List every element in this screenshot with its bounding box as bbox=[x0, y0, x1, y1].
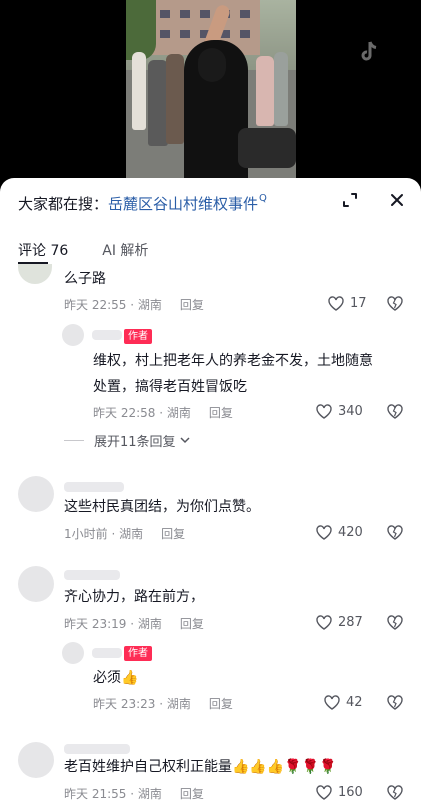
chevron-down-icon bbox=[180, 437, 190, 444]
comment-text: 处置，搞得老百姓冒饭吃 bbox=[93, 379, 247, 395]
comment-text: 齐心协力，路在前方， bbox=[64, 589, 204, 605]
avatar[interactable] bbox=[18, 476, 54, 512]
divider-line bbox=[64, 440, 84, 441]
reply-button[interactable]: 回复 bbox=[209, 695, 233, 712]
author-badge: 作者 bbox=[124, 329, 152, 344]
comment-text: 老百姓维护自己权利正能量👍👍👍🌹🌹🌹 bbox=[64, 759, 337, 775]
sheet-tabs: 评论 76 AI 解析 bbox=[18, 240, 148, 264]
comment-time: 昨天 23:19 · 湖南 bbox=[64, 617, 162, 631]
comment-meta: 昨天 22:58 · 湖南 回复 bbox=[93, 404, 233, 421]
comment-time: 昨天 22:58 · 湖南 bbox=[93, 406, 191, 420]
avatar[interactable] bbox=[62, 324, 84, 346]
heart-icon bbox=[316, 525, 332, 540]
like-count: 420 bbox=[338, 525, 363, 540]
reply-button[interactable]: 回复 bbox=[180, 615, 204, 632]
comment-text: 必须👍 bbox=[93, 670, 139, 686]
reply-button[interactable]: 回复 bbox=[180, 296, 204, 313]
close-icon[interactable] bbox=[384, 187, 410, 213]
like-count: 17 bbox=[350, 296, 367, 311]
like-count: 340 bbox=[338, 404, 363, 419]
username-blurred bbox=[92, 648, 122, 658]
username-blurred bbox=[64, 570, 120, 580]
username-blurred bbox=[92, 330, 122, 340]
broken-heart-icon[interactable] bbox=[387, 695, 403, 714]
comment-meta: 昨天 23:19 · 湖南 回复 bbox=[64, 615, 204, 632]
like-count: 287 bbox=[338, 615, 363, 630]
broken-heart-icon[interactable] bbox=[387, 296, 403, 315]
like-button[interactable]: 420 bbox=[316, 525, 363, 540]
broken-heart-icon[interactable] bbox=[387, 785, 403, 800]
heart-icon bbox=[316, 404, 332, 419]
search-suggestion[interactable]: 大家都在搜： 岳麓区谷山村维权事件 Q bbox=[18, 192, 267, 214]
like-button[interactable]: 42 bbox=[324, 695, 363, 710]
broken-heart-icon[interactable] bbox=[387, 615, 403, 634]
expand-icon[interactable] bbox=[337, 187, 363, 213]
search-mark: Q bbox=[259, 192, 267, 204]
reply-button[interactable]: 回复 bbox=[180, 785, 204, 800]
username-blurred bbox=[64, 482, 124, 492]
video-motorbike bbox=[238, 128, 296, 168]
comment-time: 昨天 23:23 · 湖南 bbox=[93, 697, 191, 711]
comment-meta: 1小时前 · 湖南 回复 bbox=[64, 525, 185, 542]
video-tree bbox=[126, 0, 156, 60]
avatar[interactable] bbox=[18, 742, 54, 778]
broken-heart-icon[interactable] bbox=[387, 525, 403, 544]
tab-ai-analysis[interactable]: AI 解析 bbox=[102, 240, 148, 264]
search-query-link[interactable]: 岳麓区谷山村维权事件 bbox=[108, 193, 258, 214]
like-button[interactable]: 340 bbox=[316, 404, 363, 419]
broken-heart-icon[interactable] bbox=[387, 404, 403, 423]
tab-comments[interactable]: 评论 76 bbox=[18, 240, 68, 264]
like-count: 42 bbox=[346, 695, 363, 710]
like-count: 160 bbox=[338, 785, 363, 800]
expand-replies-label: 展开11条回复 bbox=[94, 435, 176, 450]
heart-icon bbox=[316, 615, 332, 630]
video-frame bbox=[126, 0, 296, 182]
like-button[interactable]: 160 bbox=[316, 785, 363, 800]
username-blurred bbox=[64, 744, 130, 754]
like-button[interactable]: 17 bbox=[328, 296, 367, 311]
tiktok-logo-icon bbox=[358, 40, 382, 64]
comment-time: 昨天 21:55 · 湖南 bbox=[64, 787, 162, 800]
avatar[interactable] bbox=[18, 566, 54, 602]
like-button[interactable]: 287 bbox=[316, 615, 363, 630]
comment-text: 这些村民真团结，为你们点赞。 bbox=[64, 499, 260, 515]
comment-time: 昨天 22:55 · 湖南 bbox=[64, 298, 162, 312]
avatar[interactable] bbox=[62, 642, 84, 664]
avatar[interactable] bbox=[18, 264, 52, 284]
author-badge: 作者 bbox=[124, 646, 152, 661]
comment-time: 1小时前 · 湖南 bbox=[64, 527, 144, 541]
comment-meta: 昨天 22:55 · 湖南 回复 bbox=[64, 296, 204, 313]
expand-replies-button[interactable]: 展开11条回复 bbox=[64, 431, 190, 450]
comments-sheet: 大家都在搜： 岳麓区谷山村维权事件 Q 评论 76 AI 解析 么子路 昨天 2… bbox=[0, 178, 421, 800]
comment-meta: 昨天 23:23 · 湖南 回复 bbox=[93, 695, 233, 712]
comment-meta: 昨天 21:55 · 湖南 回复 bbox=[64, 785, 204, 800]
heart-icon bbox=[328, 296, 344, 311]
comment-text: 维权，村上把老年人的养老金不发，土地随意 bbox=[93, 353, 373, 369]
heart-icon bbox=[324, 695, 340, 710]
video-woman-head bbox=[198, 48, 226, 82]
search-prefix: 大家都在搜： bbox=[18, 194, 109, 213]
heart-icon bbox=[316, 785, 332, 800]
comment-text: 么子路 bbox=[64, 271, 106, 287]
reply-button[interactable]: 回复 bbox=[209, 404, 233, 421]
video-player[interactable] bbox=[0, 0, 421, 182]
reply-button[interactable]: 回复 bbox=[161, 525, 185, 542]
